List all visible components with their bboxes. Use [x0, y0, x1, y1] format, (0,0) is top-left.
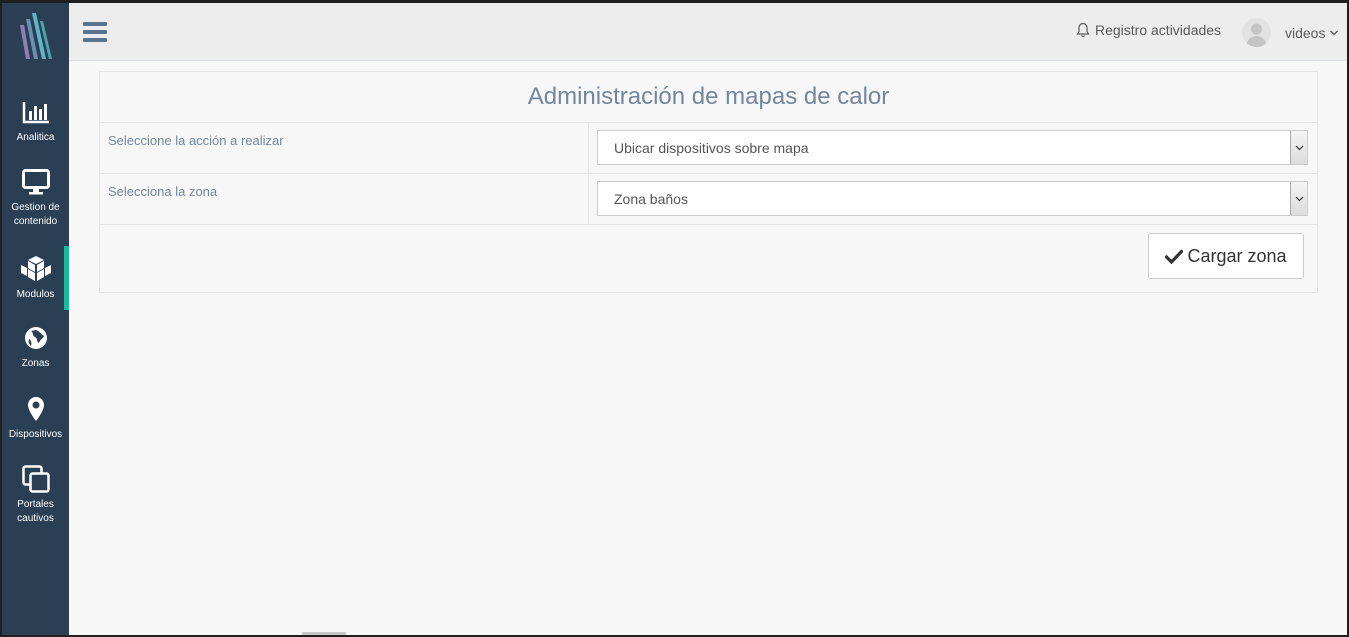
user-menu[interactable]: videos — [1242, 18, 1339, 47]
load-zone-label: Cargar zona — [1187, 245, 1287, 266]
bottom-divider — [302, 632, 346, 635]
action-select[interactable]: Ubicar dispositivos sobre mapa — [597, 130, 1308, 165]
sidebar-item-label: Zonas — [21, 358, 50, 369]
chevron-down-icon — [1290, 182, 1307, 215]
check-icon — [1165, 248, 1184, 264]
clone-icon — [21, 464, 50, 494]
sidebar-item-portales-cautivos[interactable]: Portales cautivos — [2, 464, 69, 528]
map-marker-icon — [27, 394, 45, 424]
activity-log-label: Registro actividades — [1095, 22, 1222, 38]
sidebar-item-dispositivos[interactable]: Dispositivos — [2, 394, 69, 444]
zone-label: Selecciona la zona — [100, 174, 589, 224]
sidebar-item-zonas[interactable]: Zonas — [2, 323, 69, 373]
bell-icon — [1076, 22, 1090, 37]
sidebar-item-gestion-de-contenido[interactable]: Gestion de contenido — [2, 167, 69, 231]
action-select-value: Ubicar dispositivos sobre mapa — [614, 139, 809, 156]
form-actions: Cargar zona — [100, 225, 1317, 292]
user-name: videos — [1285, 24, 1326, 41]
globe-icon — [23, 323, 49, 353]
activity-log-link[interactable]: Registro actividades — [1076, 22, 1221, 38]
app-logo[interactable] — [2, 3, 69, 69]
zone-select-value: Zona baños — [614, 190, 688, 207]
chevron-down-icon — [1330, 30, 1339, 35]
sidebar-item-modulos[interactable]: Modulos — [2, 246, 69, 310]
top-nav: Registro actividades videos — [69, 3, 1347, 61]
logo-icon — [19, 13, 52, 59]
cubes-icon — [20, 254, 52, 284]
action-label: Seleccione la acción a realizar — [100, 123, 589, 173]
chevron-down-icon — [1290, 131, 1307, 164]
sidebar-item-label: Modulos — [16, 289, 55, 300]
zone-row: Selecciona la zona Zona baños — [100, 174, 1317, 225]
sidebar: Analitica Gestion de contenido Modulos Z… — [2, 3, 69, 635]
bar-chart-icon — [22, 97, 50, 127]
sidebar-item-label: Analitica — [16, 132, 55, 143]
zone-select[interactable]: Zona baños — [597, 181, 1308, 216]
sidebar-item-label: Portales cautivos — [17, 499, 54, 524]
sidebar-item-analitica[interactable]: Analitica — [2, 97, 69, 147]
sidebar-item-label: Gestion de contenido — [11, 202, 60, 227]
avatar — [1242, 18, 1271, 47]
action-row: Seleccione la acción a realizar Ubicar d… — [100, 123, 1317, 174]
load-zone-button[interactable]: Cargar zona — [1148, 233, 1304, 279]
page-title: Administración de mapas de calor — [100, 72, 1317, 123]
monitor-icon — [21, 167, 50, 197]
sidebar-item-label: Dispositivos — [8, 429, 63, 440]
menu-toggle-icon[interactable] — [83, 22, 107, 42]
heatmap-admin-panel: Administración de mapas de calor Selecci… — [99, 71, 1318, 293]
